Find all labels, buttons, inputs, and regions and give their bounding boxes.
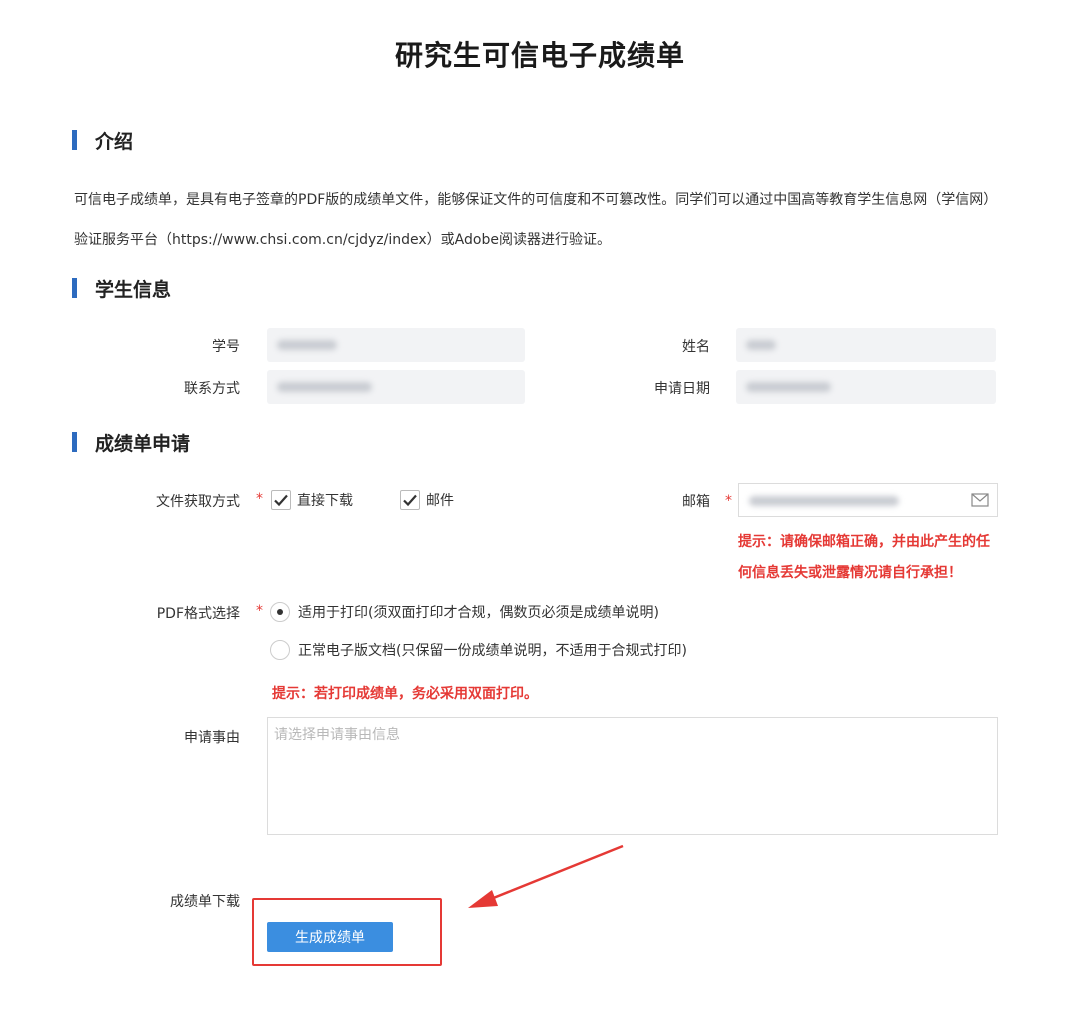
- radio-button[interactable]: [270, 640, 290, 660]
- redacted-value: [746, 340, 776, 350]
- section-intro-title: 介绍: [95, 130, 134, 153]
- name-label: 姓名: [682, 339, 710, 355]
- redacted-value: [749, 496, 899, 506]
- required-mark: *: [256, 491, 263, 507]
- email-label: 邮箱: [682, 494, 710, 510]
- annotation-arrow-icon: [468, 844, 624, 908]
- section-student-info-title: 学生信息: [95, 278, 172, 301]
- apply-date-field: [736, 370, 996, 404]
- reason-input[interactable]: [267, 717, 998, 835]
- pdf-format-option-digital-label: 正常电子版文档(只保留一份成绩单说明，不适用于合规式打印): [298, 643, 687, 659]
- checkmark-icon: [274, 494, 288, 507]
- checkbox[interactable]: [271, 490, 291, 510]
- redacted-value: [746, 382, 831, 392]
- contact-label: 联系方式: [184, 381, 240, 397]
- student-id-field: [267, 328, 525, 362]
- page-title: 研究生可信电子成绩单: [394, 39, 685, 72]
- email-warning-line2: 何信息丢失或泄露情况请自行承担！: [738, 565, 962, 581]
- email-field[interactable]: [738, 483, 998, 517]
- intro-paragraph: 可信电子成绩单，是具有电子签章的PDF版的成绩单文件，能够保证文件的可信度和不可…: [74, 192, 998, 248]
- delivery-option-email-label: 邮件: [426, 493, 454, 509]
- pdf-format-option-digital[interactable]: 正常电子版文档(只保留一份成绩单说明，不适用于合规式打印): [270, 640, 687, 660]
- name-field: [736, 328, 996, 362]
- delivery-option-download[interactable]: 直接下载: [271, 490, 353, 510]
- redacted-value: [277, 382, 372, 392]
- section-intro-header: 介绍: [72, 128, 134, 153]
- checkbox[interactable]: [400, 490, 420, 510]
- apply-date-label: 申请日期: [654, 381, 710, 397]
- redacted-value: [277, 340, 337, 350]
- page: 研究生可信电子成绩单 介绍 可信电子成绩单，是具有电子签章的PDF版的成绩单文件…: [0, 0, 1080, 1018]
- delivery-option-email[interactable]: 邮件: [400, 490, 454, 510]
- pdf-format-warning: 提示：若打印成绩单，务必采用双面打印。: [272, 686, 538, 702]
- pdf-format-option-print[interactable]: 适用于打印(须双面打印才合规，偶数页必须是成绩单说明): [270, 602, 659, 622]
- radio-selected-dot: [277, 609, 283, 615]
- required-mark: *: [725, 493, 732, 509]
- pdf-format-option-print-label: 适用于打印(须双面打印才合规，偶数页必须是成绩单说明): [298, 605, 659, 621]
- section-accent-bar: [72, 130, 77, 150]
- student-id-label: 学号: [212, 339, 240, 355]
- mail-icon: [971, 493, 989, 507]
- delivery-method-label: 文件获取方式: [156, 494, 240, 510]
- download-label: 成绩单下载: [170, 894, 240, 910]
- reason-label: 申请事由: [184, 730, 240, 746]
- required-mark: *: [256, 603, 263, 619]
- section-accent-bar: [72, 432, 77, 452]
- section-accent-bar: [72, 278, 77, 298]
- radio-button[interactable]: [270, 602, 290, 622]
- checkmark-icon: [403, 494, 417, 507]
- generate-transcript-button[interactable]: 生成成绩单: [267, 922, 393, 952]
- delivery-option-download-label: 直接下载: [297, 493, 353, 509]
- section-application-title: 成绩单申请: [95, 432, 191, 455]
- section-application-header: 成绩单申请: [72, 430, 191, 455]
- pdf-format-label: PDF格式选择: [156, 606, 240, 622]
- section-student-info-header: 学生信息: [72, 276, 172, 301]
- email-warning-line1: 提示：请确保邮箱正确，并由此产生的任: [738, 534, 990, 550]
- contact-field: [267, 370, 525, 404]
